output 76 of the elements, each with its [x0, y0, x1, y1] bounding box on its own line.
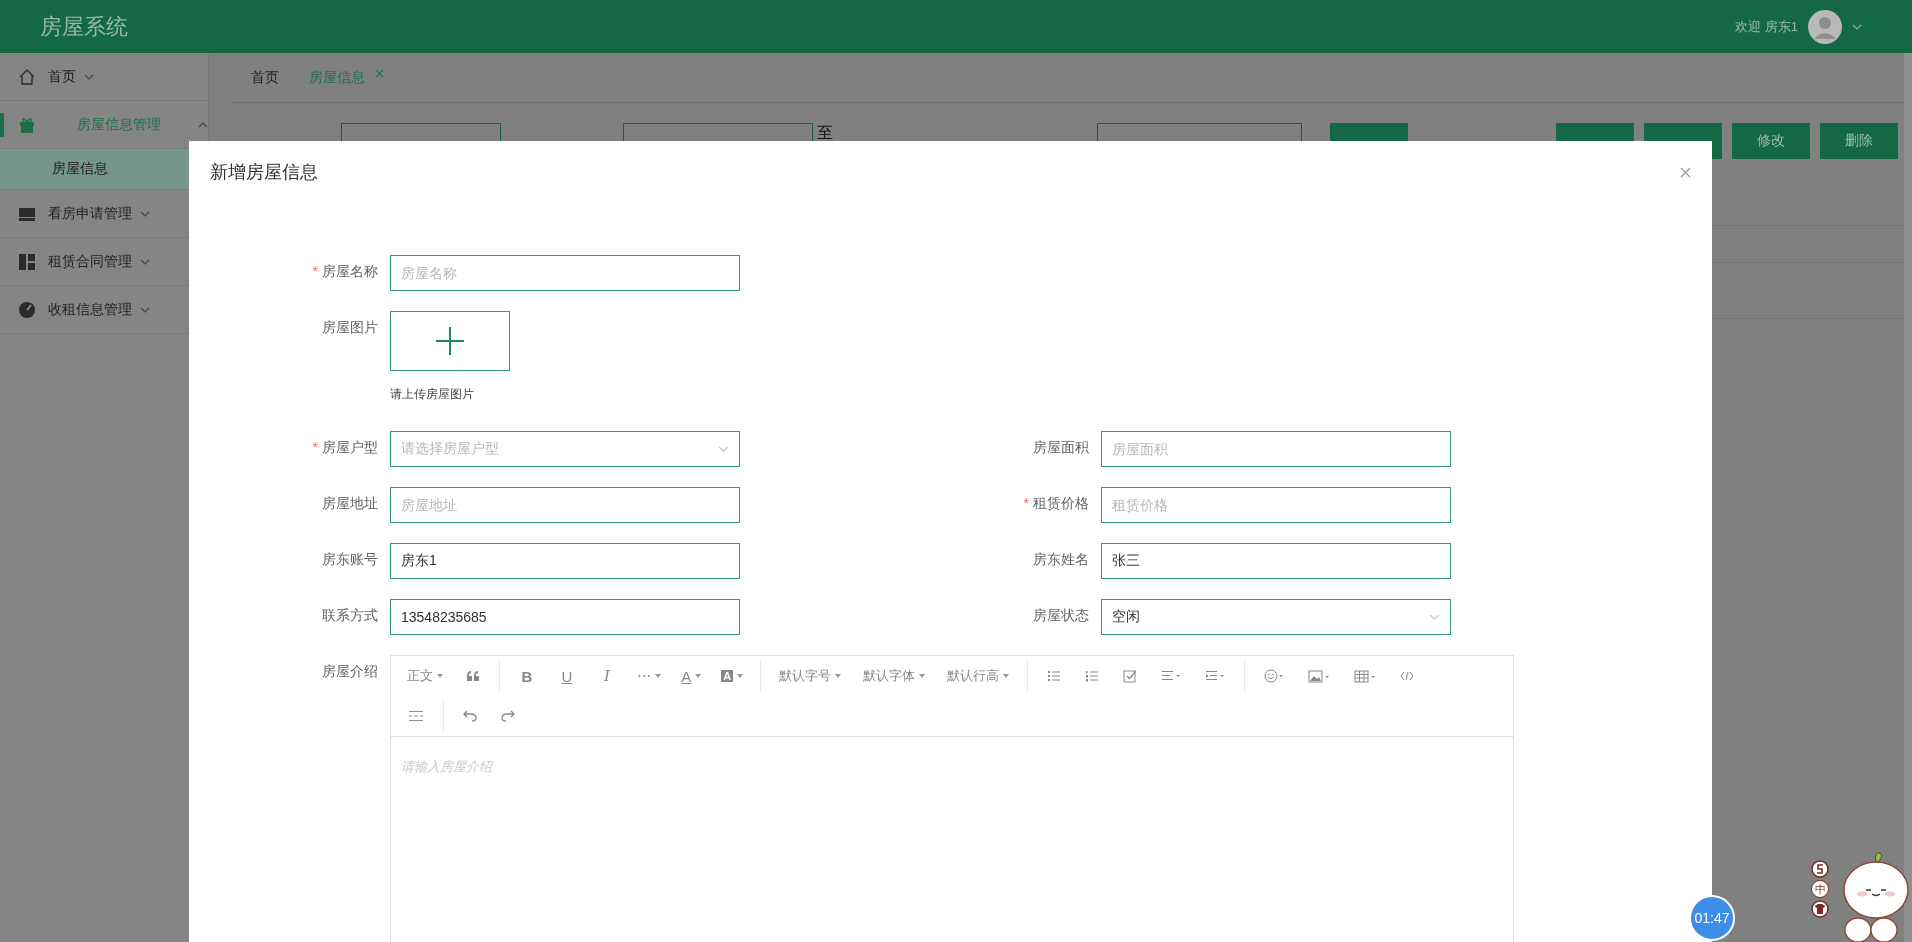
chevron-up-icon: [198, 121, 208, 128]
caret-icon[interactable]: [1852, 23, 1862, 30]
font-color-button[interactable]: A: [672, 663, 711, 689]
input-field[interactable]: 房屋名称: [390, 255, 740, 291]
emoji-icon[interactable]: [1264, 669, 1285, 683]
field-label: 房东账号: [322, 551, 378, 567]
required-mark: *: [1023, 495, 1029, 511]
field-label: 房屋状态: [1033, 607, 1089, 623]
required-mark: *: [312, 439, 318, 455]
field-label: 房屋面积: [1033, 439, 1089, 455]
numbered-list-icon[interactable]: [1085, 670, 1100, 682]
background-color-button[interactable]: A: [712, 666, 753, 686]
app-title: 房屋系统: [40, 12, 128, 41]
chevron-down-icon: [140, 210, 150, 217]
logo-icon[interactable]: [1811, 860, 1829, 878]
field-label: 房东姓名: [1033, 551, 1089, 567]
scrollbar[interactable]: [1904, 53, 1912, 942]
undo-icon[interactable]: [463, 710, 477, 722]
gift-icon: [18, 115, 36, 134]
quote-icon[interactable]: [466, 670, 480, 682]
bold-button[interactable]: B: [508, 663, 546, 689]
input-field[interactable]: 房屋面积: [1101, 431, 1451, 467]
upload-hint: 请上传房屋图片: [390, 386, 475, 403]
action-button[interactable]: 删除: [1820, 123, 1898, 159]
chevron-down-icon: [718, 446, 729, 452]
select-field[interactable]: 请选择房屋户型: [390, 431, 740, 467]
action-button[interactable]: 修改: [1732, 123, 1810, 159]
dialog-title: 新增房屋信息: [210, 161, 318, 184]
welcome-text: 欢迎 房东1: [1735, 17, 1798, 36]
chevron-down-icon: [84, 73, 94, 80]
underline-button[interactable]: U: [548, 663, 586, 689]
font-menu[interactable]: 默认字体: [853, 663, 936, 689]
input-field[interactable]: 房屋地址: [390, 487, 740, 523]
field-label: 房屋户型: [322, 439, 378, 455]
chevron-down-icon: [1429, 614, 1440, 620]
italic-button[interactable]: I: [588, 663, 626, 689]
image-icon[interactable]: [1308, 669, 1331, 683]
plus-icon: [435, 326, 465, 356]
input-field[interactable]: 张三: [1101, 543, 1451, 579]
bullet-list-icon[interactable]: [1047, 670, 1062, 682]
align-icon[interactable]: [1161, 670, 1182, 682]
sidebar-item[interactable]: 首页: [0, 53, 208, 101]
field-label: 房屋名称: [322, 263, 378, 279]
indent-icon[interactable]: [1205, 670, 1226, 682]
font-menu[interactable]: 默认字号: [769, 663, 852, 689]
divider-icon[interactable]: [408, 710, 424, 722]
input-field[interactable]: 租赁价格: [1101, 487, 1451, 523]
close-icon[interactable]: [1680, 166, 1691, 178]
chevron-down-icon: [140, 306, 150, 313]
input-field[interactable]: 房东1: [390, 543, 740, 579]
required-mark: *: [312, 263, 318, 279]
chevron-down-icon: [140, 258, 150, 265]
upload-box[interactable]: [390, 311, 510, 371]
checklist-icon[interactable]: [1123, 669, 1138, 683]
font-menu[interactable]: 默认行高: [937, 663, 1020, 689]
field-label: 租赁价格: [1033, 495, 1089, 511]
gauge-icon: [18, 300, 36, 319]
redo-icon[interactable]: [501, 710, 515, 722]
range-separator: 至: [817, 123, 833, 143]
code-icon[interactable]: [1400, 671, 1415, 681]
table-icon[interactable]: [1354, 669, 1377, 683]
shirt-icon[interactable]: [1811, 900, 1829, 918]
layout-icon: [18, 252, 36, 271]
field-label: 房屋地址: [322, 495, 378, 511]
home-icon: [18, 67, 36, 86]
more-button[interactable]: ···: [628, 663, 671, 689]
select-field[interactable]: 空闲: [1101, 599, 1451, 635]
field-label: 房屋介绍: [321, 662, 378, 681]
paragraph-menu[interactable]: 正文: [397, 663, 453, 689]
avatar-icon[interactable]: [1808, 9, 1842, 44]
input-field[interactable]: 13548235685: [390, 599, 740, 635]
timer-badge[interactable]: 01:47: [1689, 895, 1735, 941]
language-badge[interactable]: 中: [1811, 880, 1829, 898]
field-label: 联系方式: [322, 607, 378, 623]
field-label: 房屋图片: [322, 319, 378, 335]
tab[interactable]: 首页: [251, 68, 279, 87]
